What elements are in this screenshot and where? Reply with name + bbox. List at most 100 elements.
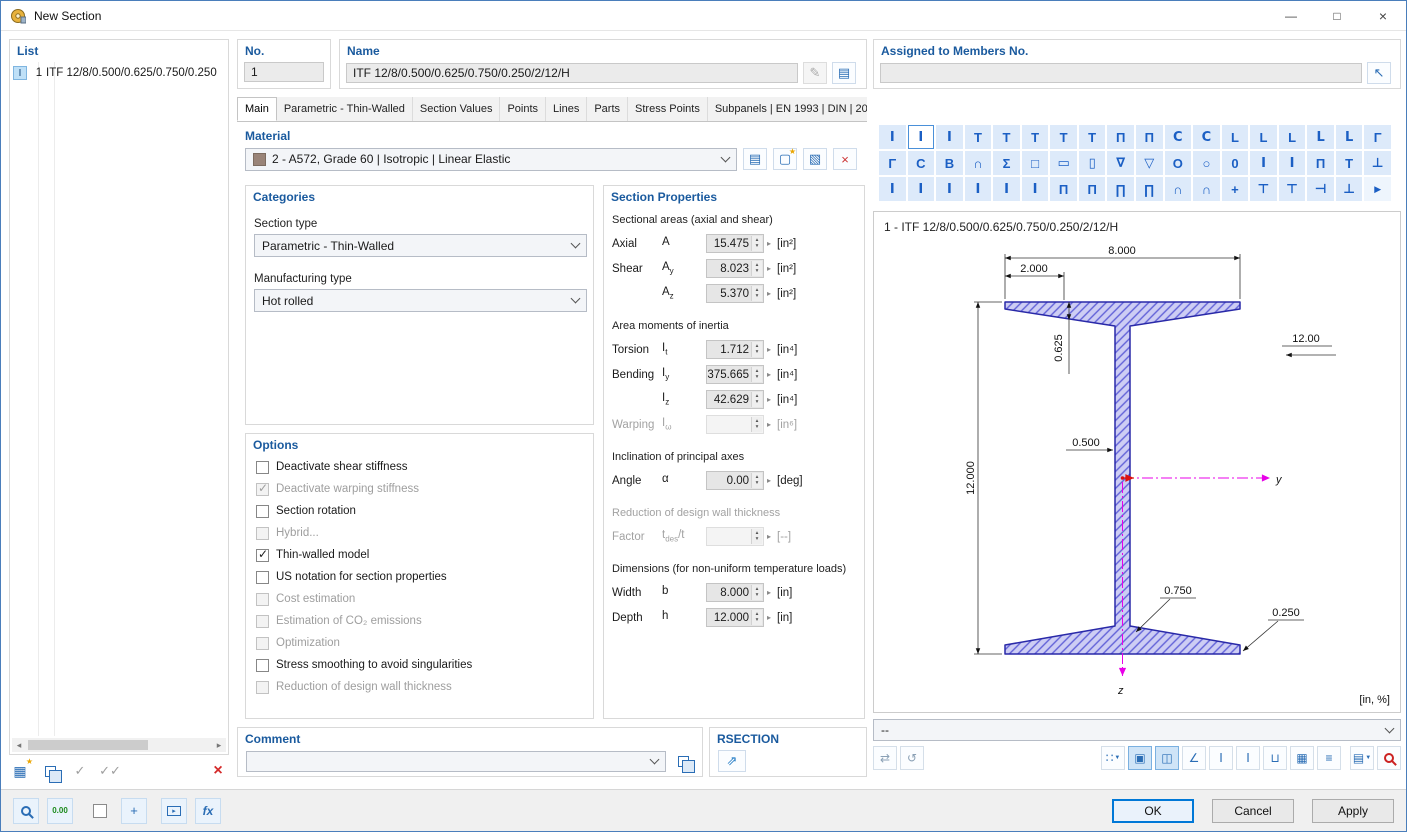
tab-parametric-thin-walled[interactable]: Parametric - Thin-Walled [277,97,413,121]
option-optimization[interactable]: Optimization [246,632,593,654]
display-properties-button[interactable]: ▸ [161,798,187,824]
section-shape-icon[interactable]: B [936,151,963,175]
section-shape-icon[interactable]: 0 [1222,151,1249,175]
show-outline-button[interactable]: Ⅰ [1236,746,1260,770]
param-arrow-icon[interactable]: ▸ [767,395,771,404]
value-field[interactable]: 0.00▴▾ [706,471,764,490]
maximize-button[interactable]: □ [1314,1,1360,30]
section-shape-icon[interactable]: ⊥ [1336,177,1363,201]
cancel-button[interactable]: Cancel [1212,799,1294,823]
value-field[interactable]: 15.475▴▾ [706,234,764,253]
comment-combo[interactable] [246,751,666,772]
section-shape-icon[interactable]: Ⅽ [1193,125,1220,149]
tab-lines[interactable]: Lines [546,97,587,121]
section-shape-icon[interactable]: Γ [879,151,906,175]
copy-comment-button[interactable] [672,750,694,772]
delete-section-button[interactable]: × [207,760,229,782]
manufacturing-type-combo[interactable]: Hot rolled [254,289,587,312]
section-shape-icon[interactable]: Π [1107,125,1134,149]
minimize-button[interactable]: — [1268,1,1314,30]
open-in-rsection-button[interactable]: ⇗ [718,750,746,772]
section-shape-icon[interactable]: Ⅰ [965,177,992,201]
spinner[interactable]: ▴▾ [751,286,762,301]
option-hybrid[interactable]: Hybrid... [246,522,593,544]
formula-button[interactable]: fx [195,798,221,824]
param-arrow-icon[interactable]: ▸ [767,289,771,298]
section-shape-icon[interactable]: ▯ [1079,151,1106,175]
checkbox[interactable] [256,483,269,496]
section-shape-icon[interactable]: T [993,125,1020,149]
tab-stress-points[interactable]: Stress Points [628,97,708,121]
apply-button[interactable]: Apply [1312,799,1394,823]
scroll-right-icon[interactable]: ▸ [212,740,226,751]
remove-material-button[interactable]: × [833,148,857,170]
section-shape-icon[interactable]: Ⅰ [879,177,906,201]
section-shape-icon[interactable]: L [1279,125,1306,149]
value-field[interactable]: 8.000▴▾ [706,583,764,602]
option-cost-estimation[interactable]: Cost estimation [246,588,593,610]
section-shape-icon[interactable]: T [1336,151,1363,175]
scroll-left-icon[interactable]: ◂ [12,740,26,751]
edit-name-button[interactable]: ✎ [803,62,827,84]
material-library-button[interactable]: ▤ [743,148,767,170]
value-field[interactable]: ▴▾ [706,527,764,546]
section-shape-icon[interactable]: Ⅼ [1307,125,1334,149]
section-shape-icon[interactable]: ○ [1193,151,1220,175]
check-section-button[interactable]: ✓ [69,760,91,782]
show-welds-button[interactable]: ⊔ [1263,746,1287,770]
section-type-combo[interactable]: Parametric - Thin-Walled [254,234,587,257]
section-shape-icon[interactable]: ∩ [1193,177,1220,201]
value-field[interactable]: 8.023▴▾ [706,259,764,278]
copy-section-button[interactable] [39,760,61,782]
param-arrow-icon[interactable]: ▸ [767,239,771,248]
param-arrow-icon[interactable]: ▸ [767,532,771,541]
preview-view-combo[interactable]: -- [873,719,1401,741]
section-shape-icon[interactable]: ▭ [1050,151,1077,175]
new-window-button[interactable]: ▣ [1128,746,1152,770]
section-shape-icon[interactable]: □ [1022,151,1049,175]
section-shape-icon[interactable]: Ⅰ [936,177,963,201]
tab-parts[interactable]: Parts [587,97,628,121]
section-shape-icon[interactable]: Π [1050,177,1077,201]
section-shape-icon[interactable]: Ⅰ [908,177,935,201]
checkbox[interactable] [256,681,269,694]
copy-view-button[interactable]: ◫ [1155,746,1179,770]
spinner[interactable]: ▴▾ [751,261,762,276]
print-button[interactable]: ▤▼ [1350,746,1374,770]
param-arrow-icon[interactable]: ▸ [767,613,771,622]
section-shape-icon[interactable]: Ⅰ [1250,151,1277,175]
option-stress-smoothing[interactable]: Stress smoothing to avoid singularities [246,654,593,676]
section-shape-icon[interactable]: Π [1079,177,1106,201]
section-shape-icon[interactable]: L [1222,125,1249,149]
tab-section-values[interactable]: Section Values [413,97,501,121]
tab-points[interactable]: Points [500,97,546,121]
checkbox[interactable] [256,659,269,672]
new-section-button[interactable]: ▦★ [9,760,31,782]
section-shape-icon[interactable]: Ⅽ [1165,125,1192,149]
param-arrow-icon[interactable]: ▸ [767,476,771,485]
spinner[interactable]: ▴▾ [751,236,762,251]
spinner[interactable]: ▴▾ [751,392,762,407]
param-arrow-icon[interactable]: ▸ [767,370,771,379]
section-shape-icon[interactable]: ⊣ [1307,177,1334,201]
check-all-sections-button[interactable]: ✓✓ [99,760,121,782]
section-shape-icon[interactable]: Π [1136,125,1163,149]
spinner[interactable]: ▴▾ [751,585,762,600]
spinner[interactable]: ▴▾ [751,473,762,488]
edit-material-button[interactable]: ▧ [803,148,827,170]
assigned-members-field[interactable] [880,63,1362,83]
value-field[interactable]: ▴▾ [706,415,764,434]
option-section-rotation[interactable]: Section rotation [246,500,593,522]
section-shape-icon[interactable]: T [1050,125,1077,149]
horizontal-scrollbar[interactable]: ◂ ▸ [12,738,226,752]
section-number-field[interactable]: 1 [244,62,324,82]
value-field[interactable]: 12.000▴▾ [706,608,764,627]
scrollbar-thumb[interactable] [28,740,148,750]
option-reduction-wall-thickness[interactable]: Reduction of design wall thickness [246,676,593,698]
param-arrow-icon[interactable]: ▸ [767,588,771,597]
section-shape-icon[interactable]: + [1222,177,1249,201]
section-shape-icon[interactable]: Ⅼ [1336,125,1363,149]
section-shape-icon[interactable]: T [965,125,992,149]
value-field[interactable]: 5.370▴▾ [706,284,764,303]
section-shape-icon[interactable]: ⊤ [1250,177,1277,201]
